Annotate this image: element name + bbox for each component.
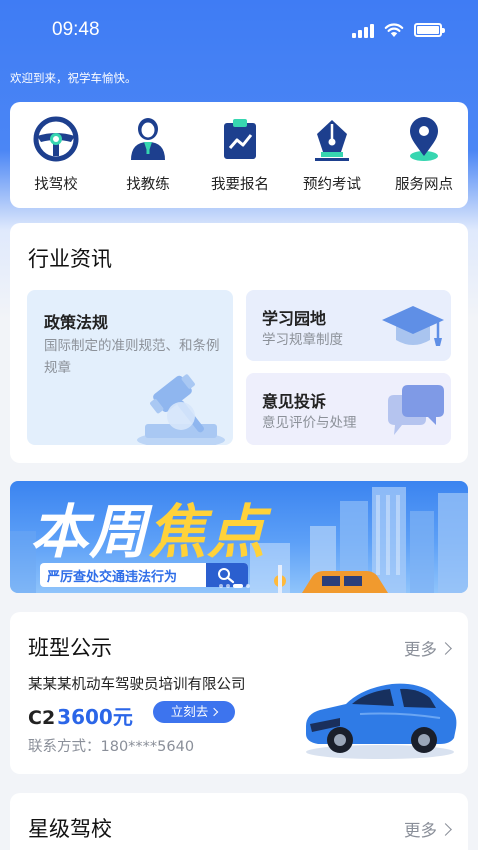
- status-bar: 09:48: [0, 0, 478, 60]
- welcome-text: 欢迎到来，祝学车愉快。: [10, 71, 137, 85]
- clipboard-chart-icon: [224, 119, 256, 159]
- price-row: C2 3600元: [28, 701, 133, 729]
- quick-nav-service-points[interactable]: 服务网点: [378, 114, 470, 194]
- star-schools-card: 星级驾校 更多: [10, 793, 468, 850]
- tile-complaint[interactable]: 意见投诉 意见评价与处理: [246, 373, 451, 445]
- weekly-focus-banner[interactable]: 本周焦点 严厉查处交通违法行为: [10, 481, 468, 593]
- tile-title: 政策法规: [44, 313, 109, 332]
- quick-nav-register[interactable]: 我要报名: [194, 114, 286, 194]
- contact-phone: 180****5640: [100, 739, 195, 755]
- banner-dot[interactable]: [246, 584, 250, 588]
- tile-subtitle: 学习规章制度: [262, 332, 343, 348]
- quick-nav-label: 找教练: [126, 177, 170, 193]
- banner-title-part1: 本周: [30, 498, 149, 566]
- graduation-cap-icon: [382, 306, 444, 346]
- chevron-right-icon: [439, 642, 452, 655]
- banner-search-bar[interactable]: 严厉查处交通违法行为: [40, 563, 248, 587]
- more-link[interactable]: 更多: [404, 636, 452, 660]
- signal-icon: [352, 24, 374, 38]
- more-label: 更多: [404, 640, 437, 659]
- banner-dot-active[interactable]: [233, 584, 243, 588]
- car-illustration: [306, 683, 457, 759]
- tile-title: 意见投诉: [262, 392, 327, 411]
- quick-nav-label: 预约考试: [303, 177, 361, 193]
- company-name: 某某某机动车驾驶员培训有限公司: [28, 677, 246, 693]
- coach-person-icon: [131, 118, 165, 160]
- go-now-label: 立刻去: [170, 704, 209, 719]
- steering-wheel-icon: [33, 116, 79, 162]
- course-listing-card: 班型公示 更多 某某某机动车驾驶员培训有限公司 C2 3600元 立刻去 联系方式…: [10, 612, 468, 774]
- status-time: 09:48: [52, 19, 100, 40]
- location-pin-icon: [410, 117, 438, 161]
- section-title: 星级驾校: [28, 817, 112, 841]
- go-now-button[interactable]: 立刻去: [153, 701, 235, 723]
- banner-pagination: [219, 584, 253, 588]
- more-label: 更多: [404, 821, 437, 840]
- contact-label: 联系方式：: [28, 739, 101, 755]
- banner-dot[interactable]: [219, 584, 223, 588]
- section-title: 班型公示: [28, 636, 112, 660]
- contact-info: 联系方式：180****5640: [28, 735, 194, 756]
- license-type: C2: [28, 707, 56, 729]
- tile-subtitle: 意见评价与处理: [262, 415, 357, 431]
- more-link[interactable]: 更多: [404, 817, 452, 841]
- chat-bubbles-icon: [388, 385, 444, 435]
- banner-search-text: 严厉查处交通违法行为: [47, 570, 178, 585]
- tile-policy[interactable]: 政策法规 国际制定的准则规范、和条例规章: [27, 290, 233, 445]
- banner-title: 本周焦点: [30, 485, 266, 569]
- section-title: 行业资讯: [28, 247, 112, 271]
- chevron-right-icon: [439, 823, 452, 836]
- chevron-right-icon: [210, 707, 219, 717]
- banner-title-part2: 焦点: [148, 498, 267, 566]
- quick-nav-book-exam[interactable]: 预约考试: [286, 114, 378, 194]
- fountain-pen-icon: [315, 120, 349, 161]
- quick-nav-find-school[interactable]: 找驾校: [10, 114, 102, 194]
- course-price: 3600元: [57, 705, 133, 729]
- wifi-icon: [384, 23, 404, 37]
- battery-icon: [414, 23, 445, 37]
- tile-title: 学习园地: [262, 309, 327, 328]
- tile-study[interactable]: 学习园地 学习规章制度: [246, 290, 451, 361]
- quick-nav-label: 我要报名: [211, 177, 269, 193]
- quick-nav-find-coach[interactable]: 找教练: [102, 114, 194, 194]
- gavel-icon: [137, 374, 225, 445]
- quick-nav-label: 找驾校: [34, 177, 78, 193]
- quick-nav-card: 找驾校 找教练 我要报名 预约考试 服务网点: [10, 102, 468, 208]
- industry-news-card: 行业资讯 政策法规 国际制定的准则规范、和条例规章 学习园地 学习规章制度 意见…: [10, 223, 468, 463]
- banner-dot[interactable]: [226, 584, 230, 588]
- quick-nav-label: 服务网点: [395, 177, 453, 193]
